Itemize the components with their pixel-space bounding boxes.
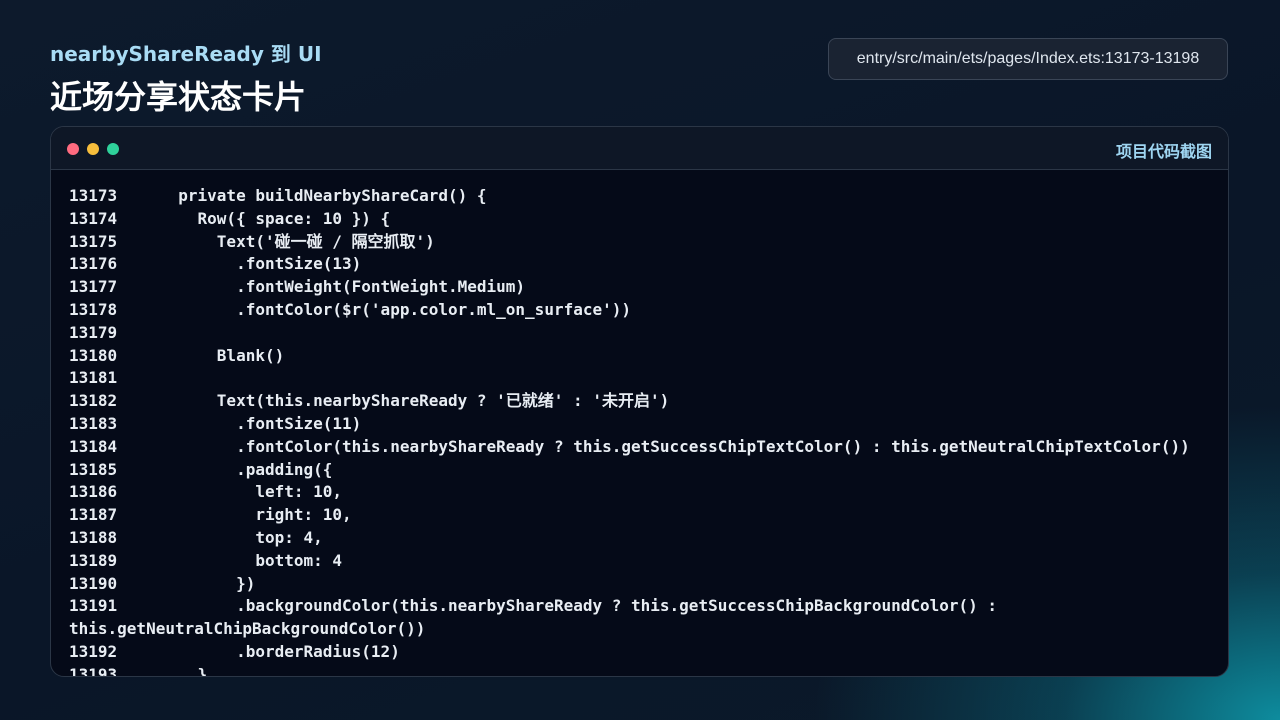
code-line: 13190 }) (69, 573, 1218, 596)
code-window: 项目代码截图 13173 private buildNearbyShareCar… (50, 126, 1229, 677)
line-number: 13193 (69, 664, 118, 677)
code-line: 13185 .padding({ (69, 459, 1218, 482)
code-line: 13192 .borderRadius(12) (69, 641, 1218, 664)
code-line: 13179 (69, 322, 1218, 345)
line-number: 13174 (69, 208, 118, 228)
code-text: Blank() (159, 345, 285, 365)
line-number: 13189 (69, 550, 118, 570)
minimize-dot-icon (87, 143, 99, 155)
window-titlebar: 项目代码截图 (51, 127, 1228, 170)
maximize-dot-icon (107, 143, 119, 155)
line-number: 13175 (69, 231, 118, 251)
line-number: 13181 (69, 368, 118, 388)
code-text: Text('碰一碰 / 隔空抓取') (159, 231, 435, 251)
line-number: 13182 (69, 391, 118, 411)
line-number: 13191 (69, 596, 118, 616)
code-line: 13189 bottom: 4 (69, 550, 1218, 573)
code-text: .fontColor(this.nearbyShareReady ? this.… (159, 436, 1190, 456)
code-text: .backgroundColor(this.nearbyShareReady ?… (159, 596, 998, 616)
code-line: 13183 .fontSize(11) (69, 413, 1218, 436)
code-text: }) (159, 573, 256, 593)
line-number: 13180 (69, 345, 118, 365)
code-block: 13173 private buildNearbyShareCard() {13… (69, 185, 1218, 677)
line-number: 13178 (69, 299, 118, 319)
code-text: .padding({ (159, 459, 333, 479)
code-text: right: 10, (159, 505, 352, 525)
line-number: 13173 (69, 186, 118, 205)
line-number: 13188 (69, 527, 118, 547)
line-number: 13183 (69, 413, 118, 433)
window-label: 项目代码截图 (1115, 142, 1212, 161)
code-line: 13173 private buildNearbyShareCard() { (69, 185, 1218, 208)
page-subtitle: nearbyShareReady 到 UI (50, 42, 322, 66)
line-number: 13185 (69, 459, 118, 479)
code-text: .fontColor($r('app.color.ml_on_surface')… (159, 299, 632, 319)
page-title: 近场分享状态卡片 (50, 78, 307, 116)
code-line: 13180 Blank() (69, 345, 1218, 368)
code-line: 13193 } (69, 664, 1218, 677)
code-text: .fontSize(11) (159, 413, 362, 433)
code-line: 13191 .backgroundColor(this.nearbyShareR… (69, 595, 1218, 618)
file-path-chip: entry/src/main/ets/pages/Index.ets:13173… (828, 38, 1228, 80)
code-line: 13175 Text('碰一碰 / 隔空抓取') (69, 231, 1218, 254)
line-number: 13184 (69, 436, 118, 456)
code-text: .fontSize(13) (159, 254, 362, 274)
code-text: top: 4, (159, 527, 323, 547)
code-line: 13182 Text(this.nearbyShareReady ? '已就绪'… (69, 390, 1218, 413)
code-text: Row({ space: 10 }) { (159, 208, 391, 228)
code-line: 13184 .fontColor(this.nearbyShareReady ?… (69, 436, 1218, 459)
line-number: 13177 (69, 277, 118, 297)
code-text: bottom: 4 (159, 550, 343, 570)
code-line: 13188 top: 4, (69, 527, 1218, 550)
line-number: 13192 (69, 641, 118, 661)
code-line: 13178 .fontColor($r('app.color.ml_on_sur… (69, 299, 1218, 322)
code-line: 13174 Row({ space: 10 }) { (69, 208, 1218, 231)
code-text: private buildNearbyShareCard() { (159, 186, 487, 205)
line-number: 13190 (69, 573, 118, 593)
line-number: 13179 (69, 322, 118, 342)
code-text: Text(this.nearbyShareReady ? '已就绪' : '未开… (159, 391, 670, 411)
line-number: 13176 (69, 254, 118, 274)
code-line: 13181 (69, 367, 1218, 390)
code-wrap-text: this.getNeutralChipBackgroundColor()) (69, 619, 426, 639)
code-text: .borderRadius(12) (159, 641, 400, 661)
close-dot-icon (67, 143, 79, 155)
code-line: 13186 left: 10, (69, 481, 1218, 504)
code-line: 13177 .fontWeight(FontWeight.Medium) (69, 276, 1218, 299)
code-line: 13176 .fontSize(13) (69, 253, 1218, 276)
code-text: } (159, 664, 208, 677)
line-number: 13186 (69, 482, 118, 502)
code-text: left: 10, (159, 482, 343, 502)
code-text: .fontWeight(FontWeight.Medium) (159, 277, 526, 297)
code-line: 13187 right: 10, (69, 504, 1218, 527)
line-number: 13187 (69, 505, 118, 525)
